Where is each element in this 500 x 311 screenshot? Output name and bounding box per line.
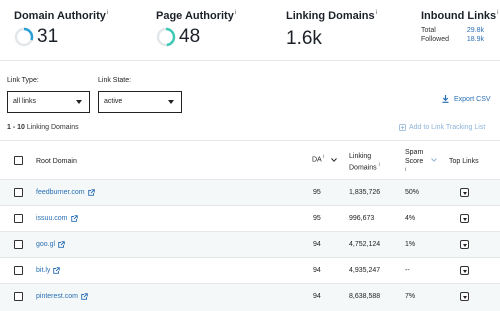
export-csv-label: Export CSV (454, 95, 491, 103)
inbound-followed-value[interactable]: 18.9k (467, 36, 484, 43)
external-link-icon (81, 293, 88, 300)
results-range: 1 - 10 (7, 124, 25, 131)
root-domain-link[interactable]: feedburner.com (36, 189, 95, 196)
domain-authority-metric: Domain Authorityi 31 (14, 10, 108, 48)
da-value: 94 (313, 241, 321, 248)
domain-authority-ring-icon (14, 27, 34, 47)
page-authority-ring-icon (156, 27, 176, 47)
inbound-total-label: Total (421, 27, 436, 34)
link-type-select[interactable]: all links (7, 91, 90, 113)
top-links-dropdown-button[interactable] (460, 188, 469, 197)
sort-chevron-icon[interactable] (431, 158, 437, 162)
link-state-label: Link State: (98, 77, 132, 84)
top-links-dropdown-button[interactable] (460, 266, 469, 275)
top-links-dropdown-button[interactable] (460, 214, 469, 223)
spam-score-value: -- (405, 267, 410, 274)
linking-domains-label: Linking Domains (286, 10, 375, 22)
page-authority-metric: Page Authorityi 48 (156, 10, 236, 48)
root-domain-link[interactable]: issuu.com (36, 215, 78, 222)
external-link-icon (87, 189, 95, 196)
table-row: bit.ly 94 4,935,247 -- (0, 258, 500, 284)
results-label: Linking Domains (26, 124, 79, 131)
metrics-strip: Domain Authorityi 31 Page Authorityi 48 … (0, 0, 500, 61)
select-all-checkbox[interactable] (14, 156, 23, 165)
add-to-link-tracking-label: Add to Link Tracking List (409, 124, 486, 131)
export-csv-button[interactable]: Export CSV (442, 95, 491, 103)
info-icon[interactable]: i (235, 10, 236, 16)
linking-domains-value: 1.6k (286, 28, 322, 49)
linking-domains-value: 4,752,124 (349, 241, 381, 248)
top-links-dropdown-button[interactable] (460, 240, 469, 249)
spam-score-value: 7% (405, 293, 416, 300)
results-count: 1 - 10 Linking Domains (7, 124, 79, 131)
info-icon[interactable]: i (323, 154, 324, 160)
row-checkbox[interactable] (14, 188, 23, 197)
inbound-total-value[interactable]: 29.8k (467, 27, 484, 34)
table-row: issuu.com 95 996,673 4% (0, 206, 500, 232)
external-link-icon (58, 241, 65, 248)
info-icon[interactable]: i (379, 162, 380, 168)
domain-authority-value: 31 (37, 26, 59, 47)
chevron-down-icon (168, 100, 174, 104)
chevron-down-icon (76, 100, 82, 104)
da-value: 95 (313, 215, 321, 222)
linking-domains-value: 8,638,588 (349, 293, 381, 300)
linking-domains-value: 996,673 (349, 215, 375, 222)
link-type-value: all links (13, 98, 36, 105)
spam-score-value: 1% (405, 241, 416, 248)
root-domain-header[interactable]: Root Domain (36, 157, 77, 166)
external-link-icon (70, 215, 78, 222)
link-state-select[interactable]: active (98, 91, 182, 113)
row-checkbox[interactable] (14, 240, 23, 249)
linking-domains-header[interactable]: Linking Domains i (349, 152, 380, 172)
page-authority-label: Page Authority (156, 10, 234, 22)
inbound-total-row: Total 29.8k (421, 27, 484, 34)
linking-domains-value: 1,835,726 (349, 189, 381, 196)
external-link-icon (53, 267, 61, 274)
da-header[interactable]: DA i (312, 153, 324, 164)
sort-chevron-icon[interactable] (331, 158, 337, 162)
da-value: 95 (313, 189, 321, 196)
linking-domains-value: 4,935,247 (349, 267, 381, 274)
root-domain-link[interactable]: goo.gl (36, 241, 65, 248)
spam-score-header[interactable]: Spam Score i (405, 148, 423, 177)
table-row: goo.gl 94 4,752,124 1% (0, 232, 500, 258)
table-row: feedburner.com 95 1,835,726 50% (0, 180, 500, 206)
root-domain-link[interactable]: bit.ly (36, 267, 61, 274)
da-value: 94 (313, 293, 321, 300)
info-icon[interactable]: i (107, 10, 108, 16)
row-checkbox[interactable] (14, 266, 23, 275)
page-authority-value: 48 (179, 26, 201, 47)
table-row: pinterest.com 94 8,638,588 7% (0, 284, 500, 311)
row-checkbox[interactable] (14, 214, 23, 223)
spam-score-value: 4% (405, 215, 416, 222)
link-state-value: active (104, 98, 123, 105)
add-to-link-tracking-button[interactable]: Add to Link Tracking List (399, 124, 485, 131)
domain-authority-label: Domain Authority (14, 10, 106, 22)
da-value: 94 (313, 267, 321, 274)
link-type-label: Link Type: (7, 77, 39, 84)
download-icon (442, 95, 449, 103)
inbound-followed-label: Followed (421, 36, 450, 43)
root-domain-link[interactable]: pinterest.com (36, 293, 88, 300)
row-checkbox[interactable] (14, 292, 23, 301)
linking-domains-metric: Linking Domainsi 1.6k (286, 10, 377, 50)
inbound-links-label: Inbound Links (421, 10, 497, 22)
info-icon[interactable]: i (405, 167, 406, 173)
table-header: Root Domain DA i Linking Domains i Spam … (0, 140, 500, 180)
info-icon[interactable]: i (376, 10, 377, 16)
top-links-dropdown-button[interactable] (460, 292, 469, 301)
inbound-followed-row: Followed 18.9k (421, 36, 484, 43)
info-icon[interactable]: i (497, 10, 498, 16)
top-links-header: Top Links (449, 158, 479, 165)
spam-score-value: 50% (405, 189, 420, 196)
inbound-links-metric: Inbound Linksi Total 29.8k Followed 18.9… (421, 10, 499, 43)
plus-box-icon (399, 124, 406, 131)
